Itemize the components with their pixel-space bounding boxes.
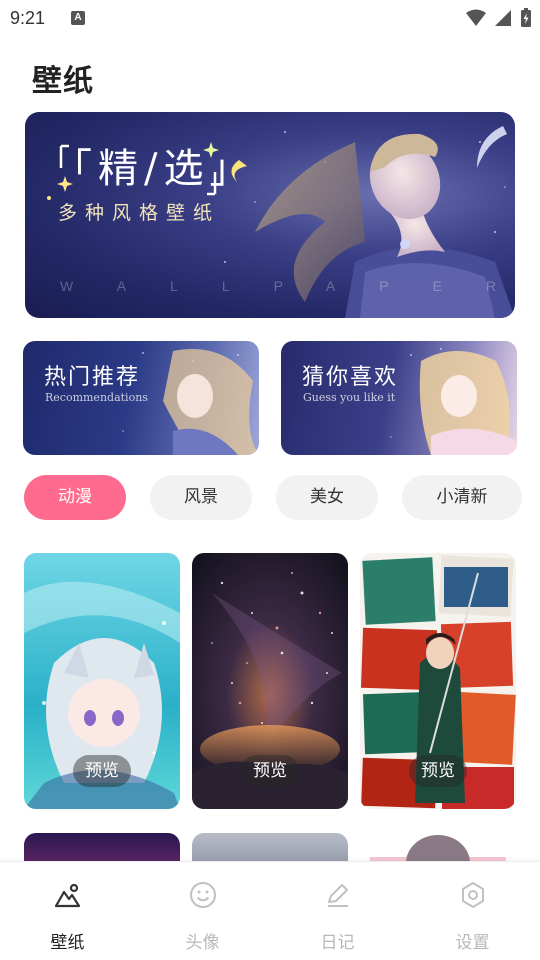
card-title: 猜你喜欢 xyxy=(302,365,399,390)
preview-button[interactable]: 预览 xyxy=(73,755,131,787)
hot-recommendations-card[interactable]: 热门推荐 Recommendations xyxy=(23,341,259,455)
nav-label: 头像 xyxy=(185,933,220,953)
category-chip-anime[interactable]: 动漫 xyxy=(24,475,126,520)
preview-button[interactable]: 预览 xyxy=(409,755,467,787)
battery-icon xyxy=(521,8,531,27)
wallpaper-tile[interactable]: 预览 xyxy=(360,553,516,809)
nav-label: 设置 xyxy=(455,933,490,953)
smiley-icon xyxy=(189,882,216,908)
wallpaper-tile[interactable]: 预览 xyxy=(192,553,348,809)
nav-tab-settings[interactable]: 设置 xyxy=(405,862,540,960)
nav-tab-diary[interactable]: 日记 xyxy=(270,862,405,960)
nav-label: 壁纸 xyxy=(50,933,85,953)
signal-icon xyxy=(495,10,511,26)
card-subtitle: Guess you like it xyxy=(303,391,396,404)
status-time: 9:21 xyxy=(10,7,46,28)
nav-tab-wallpaper[interactable]: 壁纸 xyxy=(0,862,135,960)
settings-icon xyxy=(461,882,484,908)
page-title: 壁纸 xyxy=(32,64,94,99)
wallpaper-tile[interactable]: 预览 xyxy=(24,553,180,809)
nav-label: 日记 xyxy=(320,933,355,953)
banner-watermark: WALLPAPER xyxy=(60,278,540,294)
category-chip-fresh[interactable]: 小清新 xyxy=(402,475,522,520)
pen-icon xyxy=(327,884,348,907)
nav-tab-avatar[interactable]: 头像 xyxy=(135,862,270,960)
status-icons xyxy=(466,8,532,28)
status-bar: 9:21 A xyxy=(0,0,540,36)
banner-subtitle: 多种风格壁纸 xyxy=(58,202,221,224)
status-notification-icon: A xyxy=(71,11,86,25)
banner-title: 「精/选」 xyxy=(52,146,256,192)
bottom-navigation: 壁纸 头像 日记 设置 xyxy=(0,861,540,960)
category-chip-scenery[interactable]: 风景 xyxy=(150,475,252,520)
preview-button[interactable]: 预览 xyxy=(241,755,299,787)
category-chip-beauty[interactable]: 美女 xyxy=(276,475,378,520)
card-title: 热门推荐 xyxy=(44,365,141,390)
wallpaper-icon xyxy=(54,883,80,908)
category-tabs: 动漫 风景 美女 小清新 xyxy=(24,475,524,521)
wifi-icon xyxy=(466,9,486,26)
card-subtitle: Recommendations xyxy=(45,391,148,404)
guess-you-like-card[interactable]: 猜你喜欢 Guess you like it xyxy=(281,341,517,455)
